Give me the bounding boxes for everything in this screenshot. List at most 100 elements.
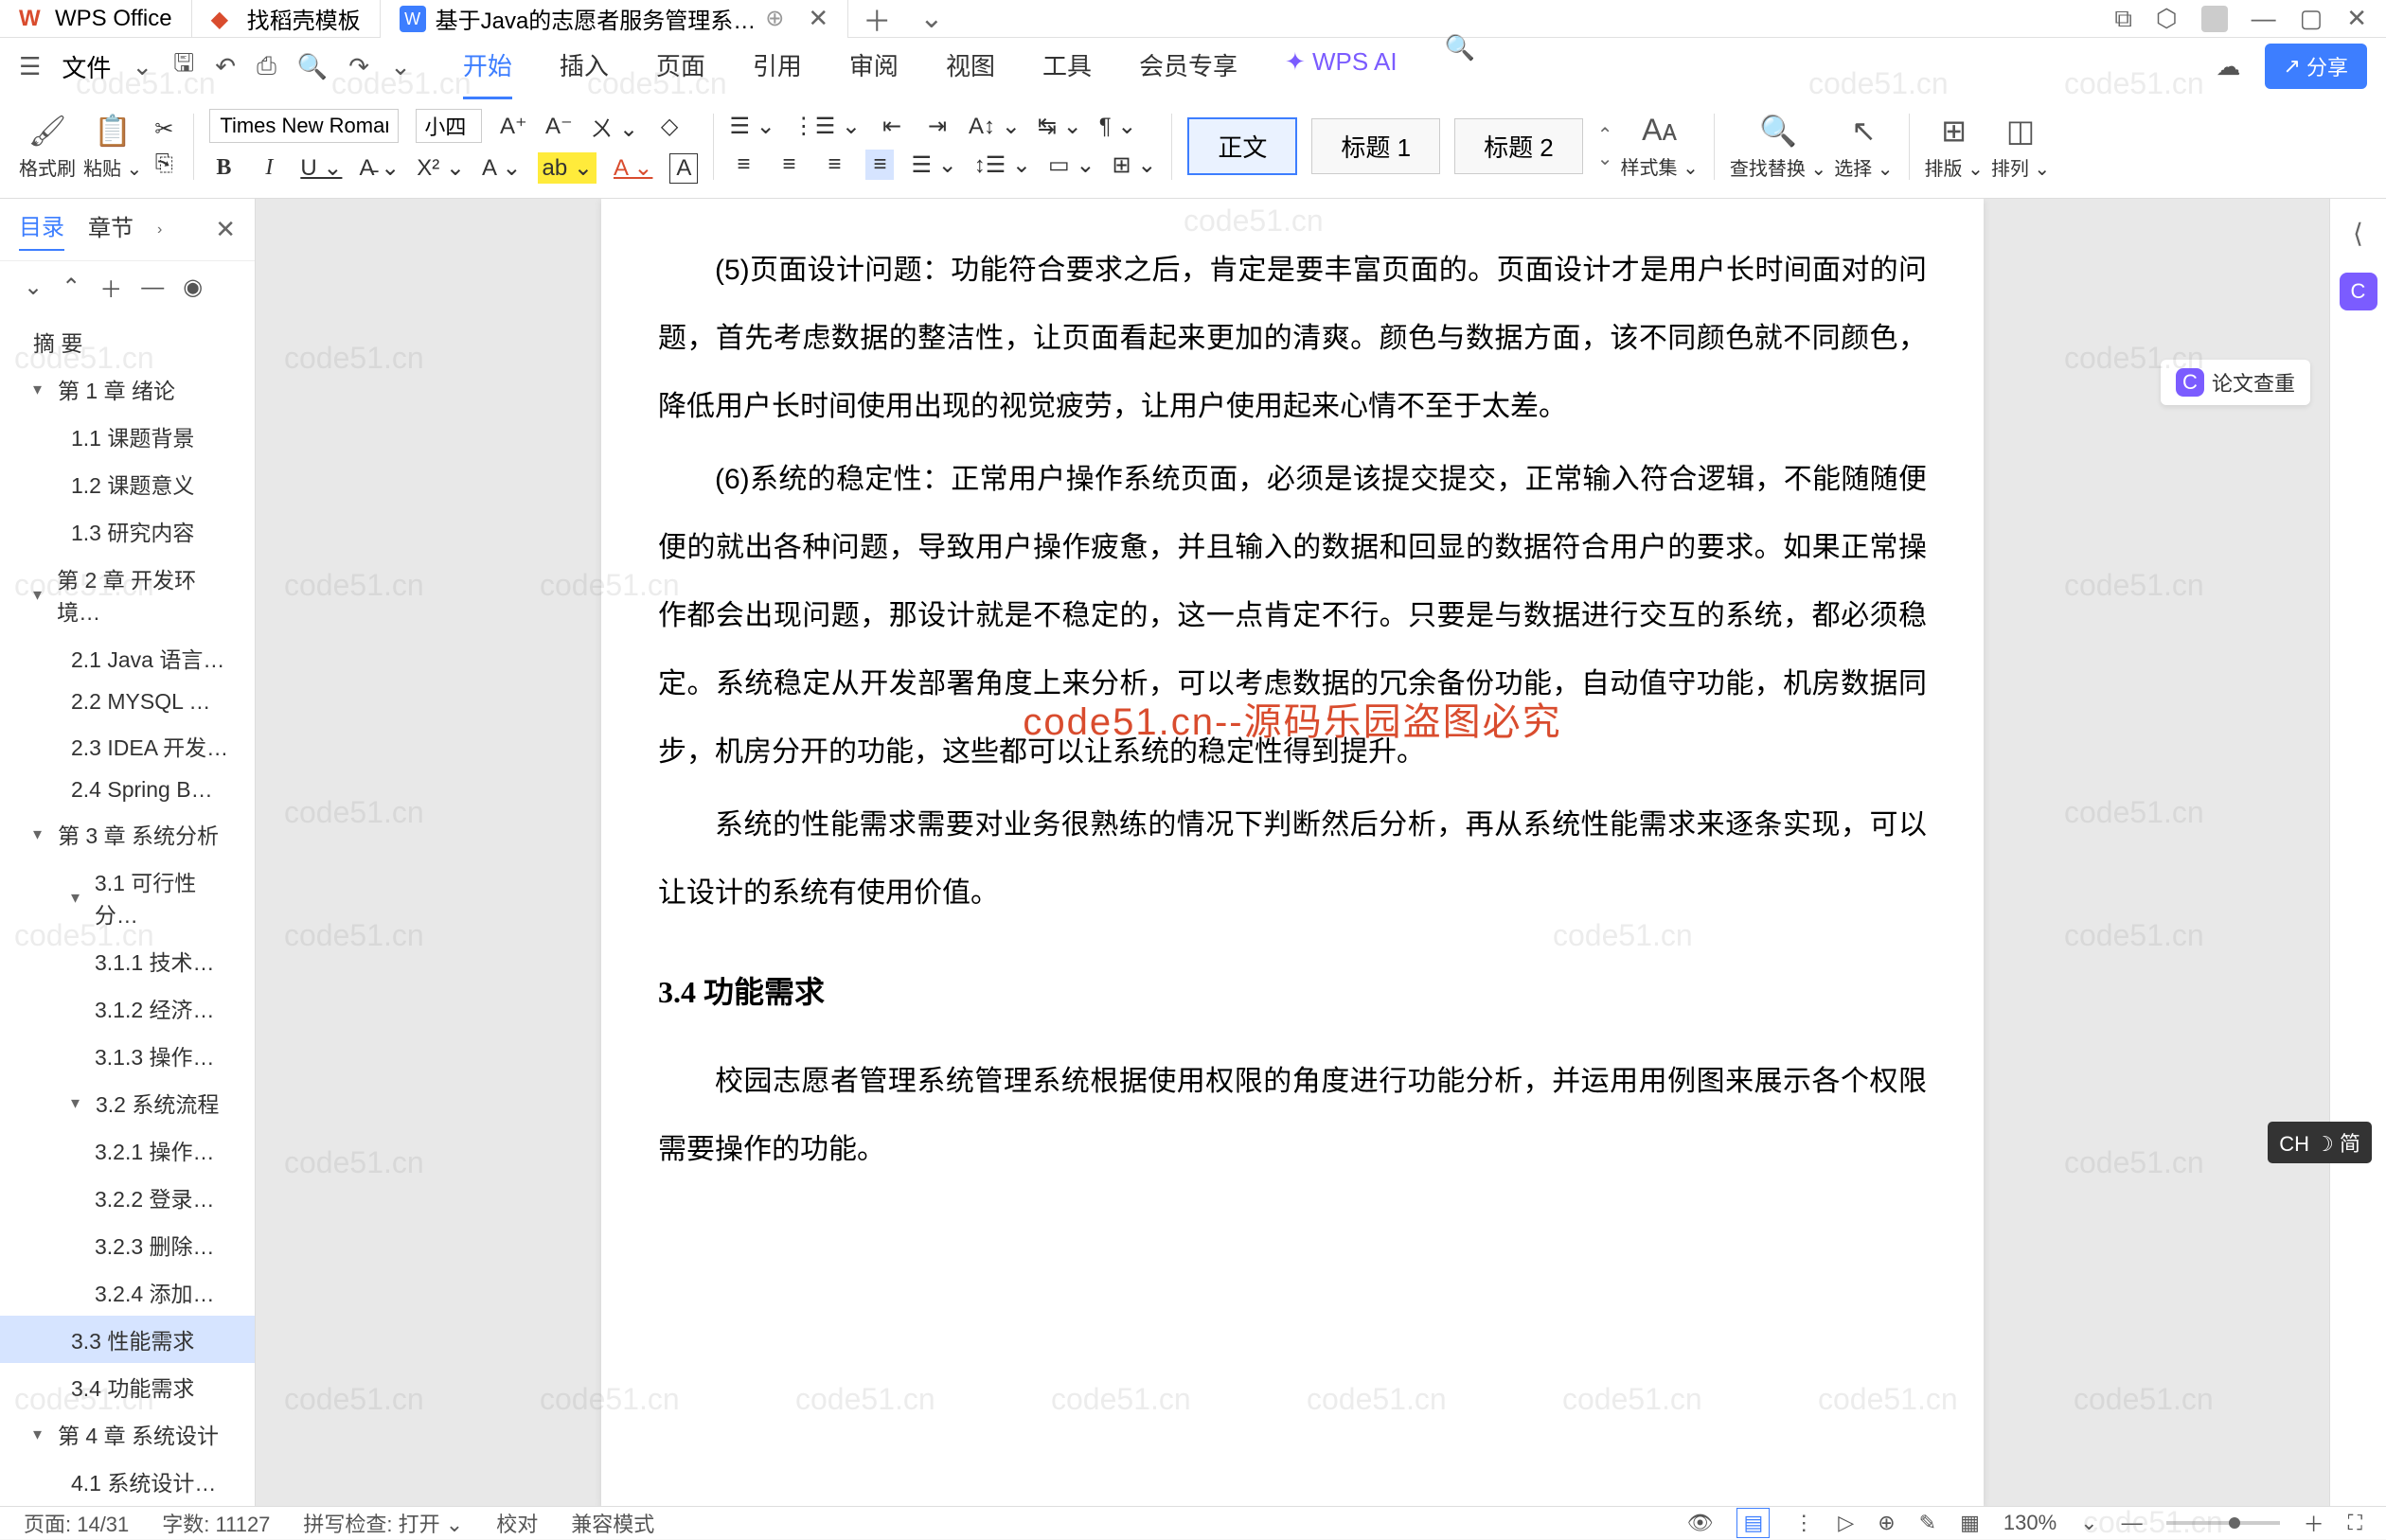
avatar-icon[interactable] <box>2201 6 2228 32</box>
outline-item-17[interactable]: 3.2.2 登录… <box>0 1174 255 1221</box>
fit-icon[interactable]: ⛶ <box>2348 1511 2362 1535</box>
page-indicator[interactable]: 页面: 14/31 <box>24 1508 129 1538</box>
play-icon[interactable]: ▷ <box>1838 1511 1854 1535</box>
zoom-out-icon[interactable]: — <box>2122 1511 2143 1535</box>
line-spacing-icon[interactable]: ↕☰ ⌄ <box>974 151 1031 179</box>
styleset-button[interactable]: Aᴀ 样式集 ⌄ <box>1621 113 1699 180</box>
layout-mode-icon[interactable]: ⋮ <box>1793 1511 1814 1535</box>
proofread-status[interactable]: 校对 <box>496 1508 538 1538</box>
number-list-icon[interactable]: ⋮☰ ⌄ <box>792 113 861 140</box>
outline-item-16[interactable]: 3.2.1 操作… <box>0 1126 255 1174</box>
style-more-icon[interactable]: ⌃⌄ <box>1597 123 1613 170</box>
outline-item-2[interactable]: 1.1 课题背景 <box>0 413 255 460</box>
spell-check-status[interactable]: 拼写检查: 打开 ⌄ <box>303 1508 463 1538</box>
outline-item-13[interactable]: 3.1.2 经济… <box>0 984 255 1032</box>
paper-check-button[interactable]: C 论文查重 <box>2161 360 2310 405</box>
outline-item-24[interactable]: 4.2 功能结构… <box>0 1505 255 1506</box>
ime-indicator[interactable]: CH ☽ 简 <box>2268 1122 2372 1163</box>
outline-item-7[interactable]: 2.2 MYSQL … <box>0 681 255 722</box>
font-color-button[interactable]: A ⌄ <box>614 154 652 182</box>
align-justify-icon[interactable]: ≡ <box>865 150 894 180</box>
increase-indent-icon[interactable]: ⇥ <box>923 113 952 140</box>
outline-item-6[interactable]: 2.1 Java 语言… <box>0 634 255 681</box>
redo-icon[interactable]: ↷ <box>348 52 369 81</box>
hamburger-icon[interactable]: ☰ <box>19 52 41 81</box>
edit-mode-icon[interactable]: ✎ <box>1919 1511 1936 1535</box>
menu-tab-review[interactable]: 审阅 <box>849 33 899 99</box>
cloud-icon[interactable]: ☁ <box>2217 52 2241 81</box>
bold-button[interactable]: B <box>209 155 238 181</box>
sidebar-next-icon[interactable]: › <box>157 221 162 239</box>
clear-format-icon[interactable]: ◇ <box>655 113 684 140</box>
menu-tab-tools[interactable]: 工具 <box>1042 33 1092 99</box>
align-left-icon[interactable]: ≡ <box>729 151 757 178</box>
pin-icon[interactable]: ⊕ <box>765 5 784 32</box>
menu-tab-view[interactable]: 视图 <box>946 33 995 99</box>
outline-item-0[interactable]: 摘 要 <box>0 318 255 365</box>
align-right-icon[interactable]: ≡ <box>820 151 848 178</box>
collapse-panel-icon[interactable]: ⟨ <box>2353 218 2363 249</box>
border-icon[interactable]: ⊞ ⌄ <box>1112 151 1156 179</box>
shading-icon[interactable]: ▭ ⌄ <box>1048 151 1095 179</box>
menu-tab-wpsai[interactable]: ✦ WPS AI <box>1285 33 1398 99</box>
preview-icon[interactable]: 🔍 <box>297 52 328 81</box>
compat-mode[interactable]: 兼容模式 <box>571 1508 654 1538</box>
outline-item-15[interactable]: ▾3.2 系统流程 <box>0 1079 255 1126</box>
search-icon[interactable]: 🔍 <box>1445 33 1475 99</box>
read-mode-icon[interactable]: ▤ <box>1736 1508 1770 1538</box>
font-select[interactable] <box>209 109 399 143</box>
file-menu[interactable]: 文件 <box>62 49 111 84</box>
select-button[interactable]: ↖ 选择 ⌄ <box>1834 113 1893 181</box>
order-button[interactable]: ◫ 排列 ⌄ <box>1991 113 2050 181</box>
view-icon[interactable]: ◉ <box>183 274 203 301</box>
share-button[interactable]: ↗ 分享 <box>2265 44 2367 89</box>
outline-item-14[interactable]: 3.1.3 操作… <box>0 1032 255 1079</box>
align-center-icon[interactable]: ≡ <box>775 151 803 178</box>
outline-item-5[interactable]: ▾第 2 章 开发环境… <box>0 555 255 634</box>
arrow-icon[interactable]: ⌄ <box>132 52 152 81</box>
highlight-button[interactable]: ab ⌄ <box>538 152 596 184</box>
italic-button[interactable]: I <box>255 155 283 181</box>
outline-item-22[interactable]: ▾第 4 章 系统设计 <box>0 1410 255 1458</box>
window-icon[interactable]: ⧉ <box>2114 4 2132 34</box>
zoom-in-icon[interactable]: ＋ <box>2304 1508 2324 1538</box>
outline-item-19[interactable]: 3.2.4 添加… <box>0 1268 255 1316</box>
maximize-icon[interactable]: ▢ <box>2300 4 2324 33</box>
copy-icon[interactable]: ⎘ <box>150 150 178 177</box>
cut-icon[interactable]: ✂ <box>150 115 178 143</box>
outline-item-23[interactable]: 4.1 系统设计… <box>0 1458 255 1505</box>
strikethrough-button[interactable]: A̵ ⌄ <box>359 154 400 182</box>
style-heading1[interactable]: 标题 1 <box>1311 118 1440 174</box>
menu-tab-home[interactable]: 开始 <box>463 33 512 99</box>
outline-item-12[interactable]: 3.1.1 技术… <box>0 937 255 984</box>
outline-mode-icon[interactable]: ▦ <box>1960 1511 1980 1535</box>
style-body[interactable]: 正文 <box>1187 117 1297 175</box>
undo-icon[interactable]: ↶ <box>215 52 236 81</box>
menu-tab-insert[interactable]: 插入 <box>560 33 609 99</box>
outline-item-8[interactable]: 2.3 IDEA 开发… <box>0 722 255 770</box>
outline-item-1[interactable]: ▾第 1 章 绪论 <box>0 365 255 413</box>
sidebar-tab-chapter[interactable]: 章节 <box>88 209 134 250</box>
close-window-icon[interactable]: ✕ <box>2346 4 2367 33</box>
tab-templates[interactable]: ◆ 找稻壳模板 <box>192 0 381 38</box>
paragraph-func[interactable]: 校园志愿者管理系统管理系统根据使用权限的角度进行功能分析，并运用用例图来展示各个… <box>658 1048 1927 1184</box>
paste-button[interactable]: 📋 粘贴 ⌄ <box>83 113 142 181</box>
menu-tab-reference[interactable]: 引用 <box>753 33 802 99</box>
collapse-icon[interactable]: ⌃ <box>62 274 80 301</box>
outline-item-9[interactable]: 2.4 Spring B… <box>0 770 255 810</box>
find-replace-button[interactable]: 🔍 查找替换 ⌄ <box>1730 113 1826 181</box>
text-effect-button[interactable]: A ⌄ <box>482 154 521 182</box>
bullet-list-icon[interactable]: ☰ ⌄ <box>729 113 775 140</box>
chevron-down-icon[interactable]: ▾ <box>71 888 87 908</box>
heading-3-4[interactable]: 3.4 功能需求 <box>658 956 1927 1029</box>
decrease-indent-icon[interactable]: ⇤ <box>878 113 906 140</box>
tab-wps-office[interactable]: W WPS Office <box>0 0 192 38</box>
distribute-icon[interactable]: ☰ ⌄ <box>911 151 956 179</box>
more-icon[interactable]: ⌄ <box>390 52 411 81</box>
chevron-down-icon[interactable]: ▾ <box>33 585 49 605</box>
format-painter-button[interactable]: 🖌 格式刷 <box>19 113 76 181</box>
style-heading2[interactable]: 标题 2 <box>1454 118 1583 174</box>
print-icon[interactable]: ⎙ <box>257 51 276 81</box>
sidebar-close-icon[interactable]: ✕ <box>215 215 236 244</box>
zoom-level[interactable]: 130% <box>2003 1511 2057 1535</box>
